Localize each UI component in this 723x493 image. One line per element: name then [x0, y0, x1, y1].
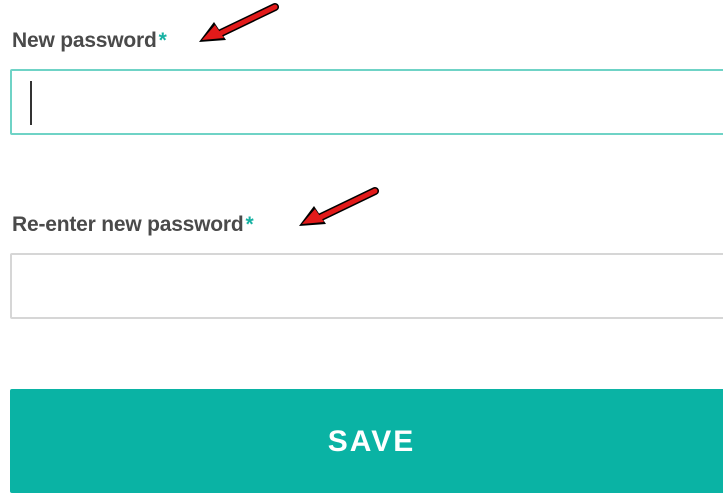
red-arrow-icon [199, 3, 279, 42]
save-button-label: SAVE [327, 425, 416, 458]
required-marker: * [158, 29, 167, 52]
new-password-input[interactable] [10, 69, 723, 135]
new-password-label-text: New password [12, 29, 157, 52]
reenter-password-label-text: Re-enter new password [12, 213, 244, 236]
text-cursor [30, 81, 32, 125]
reenter-password-label: Re-enter new password* [12, 213, 254, 237]
save-button[interactable]: SAVE [10, 389, 723, 493]
new-password-label: New password* [12, 29, 167, 53]
required-marker: * [245, 213, 254, 236]
red-arrow-icon [299, 187, 379, 226]
reenter-password-input[interactable] [10, 253, 723, 319]
